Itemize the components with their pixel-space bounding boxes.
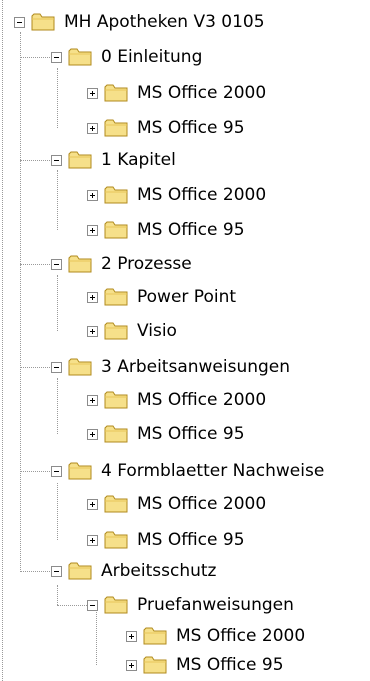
tree-node-4-formblaetter-nachweise[interactable]: 4 Formblaetter Nachweise bbox=[51, 458, 325, 484]
tree-connector bbox=[20, 471, 50, 472]
expand-toggle[interactable] bbox=[87, 394, 98, 406]
tree-node-ms-office-95[interactable]: MS Office 95 bbox=[87, 421, 246, 447]
folder-icon bbox=[68, 358, 92, 376]
folder-icon bbox=[68, 151, 92, 169]
node-label: Pruefanweisungen bbox=[137, 595, 294, 615]
expand-toggle[interactable] bbox=[87, 224, 98, 236]
expand-toggle[interactable] bbox=[87, 534, 98, 546]
node-label: MS Office 2000 bbox=[137, 185, 267, 205]
node-label: Visio bbox=[137, 321, 177, 341]
tree-connector bbox=[57, 605, 87, 606]
node-label: 2 Prozesse bbox=[101, 254, 192, 274]
tree-node-3-arbeitsanweisungen[interactable]: 3 Arbeitsanweisungen bbox=[51, 354, 291, 380]
collapse-toggle[interactable] bbox=[51, 258, 62, 270]
folder-icon bbox=[31, 13, 55, 31]
collapse-toggle[interactable] bbox=[51, 465, 62, 477]
tree-node-power-point[interactable]: Power Point bbox=[87, 284, 237, 310]
folder-icon bbox=[104, 495, 128, 513]
folder-icon bbox=[104, 391, 128, 409]
folder-icon bbox=[104, 119, 128, 137]
tree-connector bbox=[57, 378, 58, 434]
folder-icon bbox=[104, 186, 128, 204]
tree-connector bbox=[20, 367, 50, 368]
folder-icon bbox=[104, 596, 128, 614]
tree-connector bbox=[20, 160, 50, 161]
tree-node-visio[interactable]: Visio bbox=[87, 318, 178, 344]
tree-node-ms-office-2000[interactable]: MS Office 2000 bbox=[126, 623, 306, 649]
folder-icon bbox=[68, 48, 92, 66]
expand-toggle[interactable] bbox=[87, 325, 98, 337]
tree-node-1-kapitel[interactable]: 1 Kapitel bbox=[51, 147, 177, 173]
tree-connector bbox=[57, 275, 58, 331]
node-label: MS Office 95 bbox=[137, 424, 245, 444]
expand-toggle[interactable] bbox=[87, 498, 98, 510]
tree-node-ms-office-2000[interactable]: MS Office 2000 bbox=[87, 80, 267, 106]
node-label: Arbeitsschutz bbox=[101, 561, 217, 581]
node-label: 3 Arbeitsanweisungen bbox=[101, 357, 291, 377]
tree-node-ms-office-2000[interactable]: MS Office 2000 bbox=[87, 387, 267, 413]
tree-connector bbox=[20, 571, 50, 572]
tree-connector bbox=[2, 0, 3, 681]
tree-node-ms-office-95[interactable]: MS Office 95 bbox=[87, 115, 246, 141]
collapse-toggle[interactable] bbox=[51, 361, 62, 373]
tree-connector bbox=[20, 264, 50, 265]
tree-connector bbox=[57, 483, 58, 540]
folder-icon bbox=[104, 322, 128, 340]
node-label: MS Office 95 bbox=[137, 220, 245, 240]
collapse-toggle[interactable] bbox=[14, 16, 25, 28]
collapse-toggle[interactable] bbox=[51, 565, 62, 577]
folder-icon bbox=[68, 255, 92, 273]
node-label: 0 Einleitung bbox=[101, 47, 203, 67]
expand-toggle[interactable] bbox=[126, 630, 137, 642]
node-label: MS Office 95 bbox=[137, 530, 245, 550]
tree-node-ms-office-95[interactable]: MS Office 95 bbox=[87, 527, 246, 553]
tree-connector bbox=[57, 585, 58, 605]
folder-icon bbox=[143, 627, 167, 645]
expand-toggle[interactable] bbox=[87, 189, 98, 201]
folder-icon bbox=[104, 221, 128, 239]
folder-icon bbox=[104, 531, 128, 549]
folder-icon bbox=[68, 562, 92, 580]
collapse-toggle[interactable] bbox=[51, 51, 62, 63]
expand-toggle[interactable] bbox=[87, 122, 98, 134]
folder-icon bbox=[68, 462, 92, 480]
tree-node-pruefanweisungen[interactable]: Pruefanweisungen bbox=[87, 592, 295, 618]
tree-connector bbox=[57, 68, 58, 128]
node-label: 4 Formblaetter Nachweise bbox=[101, 461, 325, 481]
tree-connector bbox=[96, 612, 97, 665]
expand-toggle[interactable] bbox=[126, 659, 137, 671]
folder-tree: MH Apotheken V3 0105 0 Einleitung MS Off… bbox=[0, 0, 370, 681]
tree-node-ms-office-2000[interactable]: MS Office 2000 bbox=[87, 182, 267, 208]
tree-node-ms-office-95[interactable]: MS Office 95 bbox=[126, 652, 285, 678]
folder-icon bbox=[104, 84, 128, 102]
tree-node-0-einleitung[interactable]: 0 Einleitung bbox=[51, 44, 203, 70]
tree-node-ms-office-95[interactable]: MS Office 95 bbox=[87, 217, 246, 243]
node-label: MS Office 2000 bbox=[137, 83, 267, 103]
expand-toggle[interactable] bbox=[87, 291, 98, 303]
node-label: MH Apotheken V3 0105 bbox=[64, 12, 265, 32]
tree-connector bbox=[20, 57, 50, 58]
tree-node-2-prozesse[interactable]: 2 Prozesse bbox=[51, 251, 193, 277]
tree-node-root[interactable]: MH Apotheken V3 0105 bbox=[14, 9, 266, 35]
expand-toggle[interactable] bbox=[87, 428, 98, 440]
folder-icon bbox=[104, 425, 128, 443]
node-label: MS Office 95 bbox=[137, 118, 245, 138]
tree-connector bbox=[57, 170, 58, 230]
node-label: Power Point bbox=[137, 287, 237, 307]
node-label: 1 Kapitel bbox=[101, 150, 176, 170]
tree-connector bbox=[20, 32, 21, 570]
expand-toggle[interactable] bbox=[87, 87, 98, 99]
collapse-toggle[interactable] bbox=[87, 599, 98, 611]
node-label: MS Office 95 bbox=[176, 655, 284, 675]
tree-node-ms-office-2000[interactable]: MS Office 2000 bbox=[87, 491, 267, 517]
collapse-toggle[interactable] bbox=[51, 154, 62, 166]
folder-icon bbox=[104, 288, 128, 306]
node-label: MS Office 2000 bbox=[176, 626, 306, 646]
node-label: MS Office 2000 bbox=[137, 494, 267, 514]
tree-node-arbeitsschutz[interactable]: Arbeitsschutz bbox=[51, 558, 217, 584]
folder-icon bbox=[143, 656, 167, 674]
node-label: MS Office 2000 bbox=[137, 390, 267, 410]
